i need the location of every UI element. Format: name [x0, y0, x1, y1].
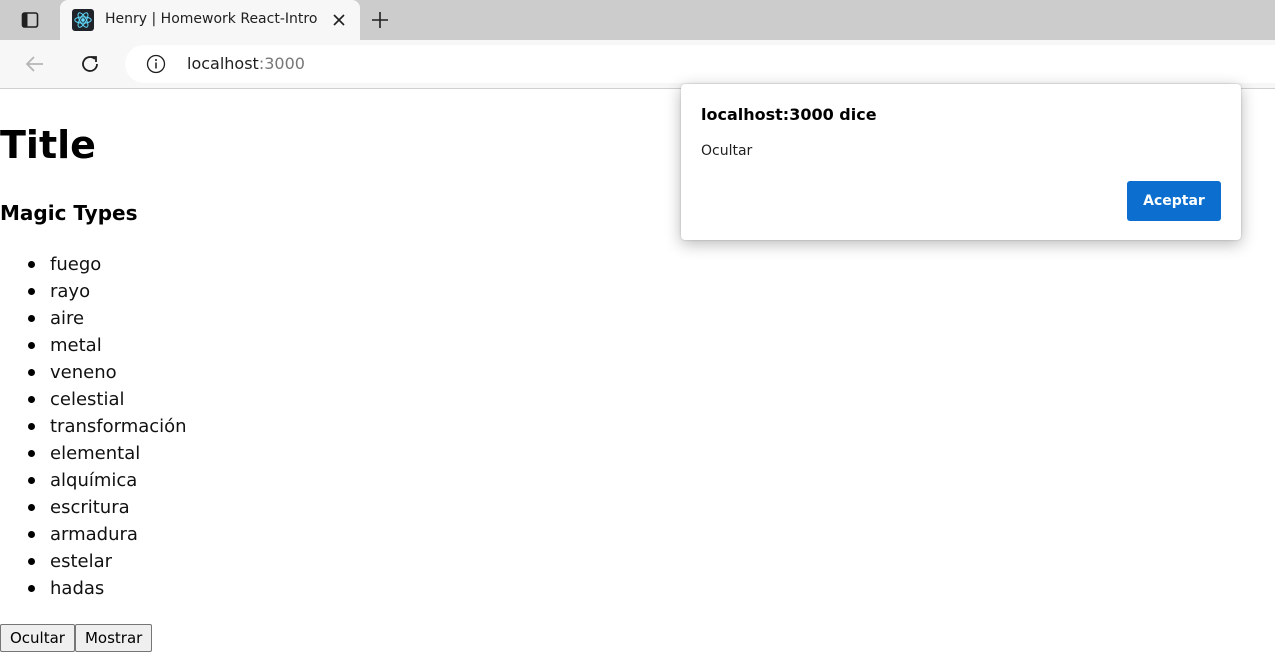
list-item: alquímica [28, 467, 187, 494]
browser-tab[interactable]: Henry | Homework React-Intro [60, 0, 360, 40]
list-item: rayo [28, 278, 187, 305]
page-title: Title [0, 123, 96, 167]
reload-icon[interactable] [76, 50, 104, 78]
show-button[interactable]: Mostrar [74, 624, 153, 652]
hide-button[interactable]: Ocultar [0, 624, 75, 652]
address-url[interactable]: localhost:3000 [187, 54, 305, 73]
list-item: aire [28, 305, 187, 332]
tab-actions-icon[interactable] [12, 8, 48, 32]
address-bar[interactable]: localhost:3000 [125, 45, 1275, 83]
react-icon [72, 9, 94, 31]
tab-title: Henry | Homework React-Intro [105, 11, 318, 27]
close-icon[interactable] [328, 9, 350, 31]
list-item: estelar [28, 548, 187, 575]
list-item: elemental [28, 440, 187, 467]
alert-dialog: localhost:3000 dice Ocultar Aceptar [681, 84, 1241, 240]
dialog-title: localhost:3000 dice [701, 105, 877, 124]
list-item: metal [28, 332, 187, 359]
url-host: localhost [187, 54, 259, 73]
browser-tab-strip: Henry | Homework React-Intro [0, 0, 1275, 40]
list-item: hadas [28, 575, 187, 602]
info-icon[interactable] [145, 53, 167, 75]
list-item: veneno [28, 359, 187, 386]
back-arrow-icon[interactable] [21, 50, 49, 78]
browser-toolbar: localhost:3000 [0, 40, 1275, 89]
list-item: celestial [28, 386, 187, 413]
url-port: :3000 [258, 54, 305, 73]
plus-icon[interactable] [368, 8, 392, 32]
button-row: Ocultar Mostrar [0, 624, 153, 652]
magic-types-list: fuego rayo aire metal veneno celestial t… [0, 251, 187, 602]
list-item: fuego [28, 251, 187, 278]
list-item: armadura [28, 521, 187, 548]
list-item: transformación [28, 413, 187, 440]
magic-types-heading: Magic Types [0, 201, 138, 225]
list-item: escritura [28, 494, 187, 521]
accept-button[interactable]: Aceptar [1127, 181, 1221, 221]
dialog-message: Ocultar [701, 143, 753, 159]
